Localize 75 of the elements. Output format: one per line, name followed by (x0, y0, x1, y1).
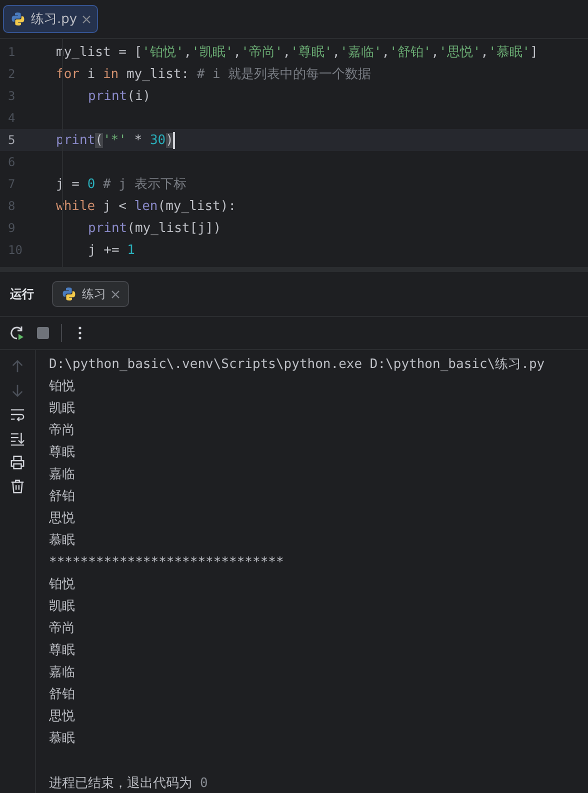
text-cursor (173, 132, 176, 148)
python-icon (10, 11, 26, 27)
code-token: j += (88, 242, 120, 258)
matched-bracket: ) (166, 132, 174, 148)
output-line: 舒铂 (49, 488, 76, 506)
code-token: '铂悦' (142, 44, 184, 61)
python-icon (61, 286, 77, 302)
code-token: 1 (127, 242, 135, 258)
code-token: # j 表示下标 (102, 176, 186, 193)
output-line: 嘉临 (49, 466, 76, 484)
code-token: , (184, 44, 192, 60)
code-token: '慕眠' (488, 44, 530, 61)
scroll-to-end-icon[interactable] (10, 431, 25, 446)
output-line: 凯眠 (49, 400, 76, 418)
panel-title: 运行 (10, 286, 34, 302)
output-line: 尊眠 (49, 444, 76, 462)
code-token: (i) (127, 88, 151, 104)
code-token: '嘉临' (340, 44, 382, 61)
output-line: 帝尚 (49, 620, 76, 638)
code-token: , (282, 44, 291, 60)
code-token: j < (102, 198, 128, 214)
stop-icon[interactable] (35, 325, 51, 341)
code-token: # i 就是列表中的每一个数据 (196, 66, 372, 83)
soft-wrap-icon[interactable] (10, 407, 25, 422)
exit-code: 0 (200, 776, 208, 790)
code-token: * (133, 132, 144, 148)
code-token: '帝尚' (241, 44, 283, 61)
code-token: i (86, 66, 96, 82)
output-line: 嘉临 (49, 664, 76, 682)
command-line: D:\python_basic\.venv\Scripts\python.exe D:\python_basic\练习.py (49, 356, 545, 374)
code-token: (my_list[j]) (127, 220, 222, 236)
code-token: 30 (150, 132, 166, 148)
code-token: , (480, 44, 488, 60)
code-token: (my_list): (158, 198, 236, 214)
output-line: 尊眠 (49, 642, 76, 660)
code-token: , (332, 44, 340, 60)
line-number: 5 (7, 133, 16, 147)
output-line: ****************************** (49, 554, 285, 572)
output-line: 舒铂 (49, 686, 76, 704)
editor-tab[interactable]: 练习.py (3, 5, 98, 33)
code-token: for (56, 66, 80, 82)
code-token: '舒铂' (390, 44, 432, 61)
code-token: len (134, 198, 158, 214)
output-line: 思悦 (49, 708, 76, 726)
exit-message: 进程已结束，退出代码为 (49, 775, 192, 792)
rerun-icon[interactable] (9, 325, 25, 341)
output-line: 慕眠 (49, 730, 76, 748)
code-token: my_list: (125, 66, 190, 82)
code-token: in (102, 66, 119, 82)
code-token: '凯眠' (192, 44, 234, 61)
run-tab[interactable]: 练习 (52, 281, 129, 307)
code-token: j = (56, 176, 80, 192)
close-icon[interactable] (82, 14, 92, 24)
close-icon[interactable] (111, 290, 120, 298)
code-token: , (431, 44, 439, 60)
code-token: ] (530, 44, 538, 60)
output-line: 帝尚 (49, 422, 76, 440)
code-token: print (88, 220, 128, 236)
output-line: 慕眠 (49, 532, 76, 550)
matched-bracket: ( (95, 132, 103, 148)
code-token: 0 (87, 176, 96, 192)
output-line: 铂悦 (49, 378, 76, 396)
code-token: '*' (102, 132, 126, 148)
code-token: , (233, 44, 242, 60)
code-token: print (88, 88, 128, 104)
code-token: '思悦' (439, 44, 481, 61)
output-line: 凯眠 (49, 598, 76, 616)
code-token: while (56, 198, 96, 214)
output-line: 铂悦 (49, 576, 76, 594)
code-token: '尊眠' (290, 44, 332, 61)
trash-icon[interactable] (10, 479, 25, 494)
output-line: 思悦 (49, 510, 76, 528)
print-icon[interactable] (10, 455, 25, 470)
code-token: print (56, 132, 96, 148)
code-token: , (382, 44, 390, 60)
